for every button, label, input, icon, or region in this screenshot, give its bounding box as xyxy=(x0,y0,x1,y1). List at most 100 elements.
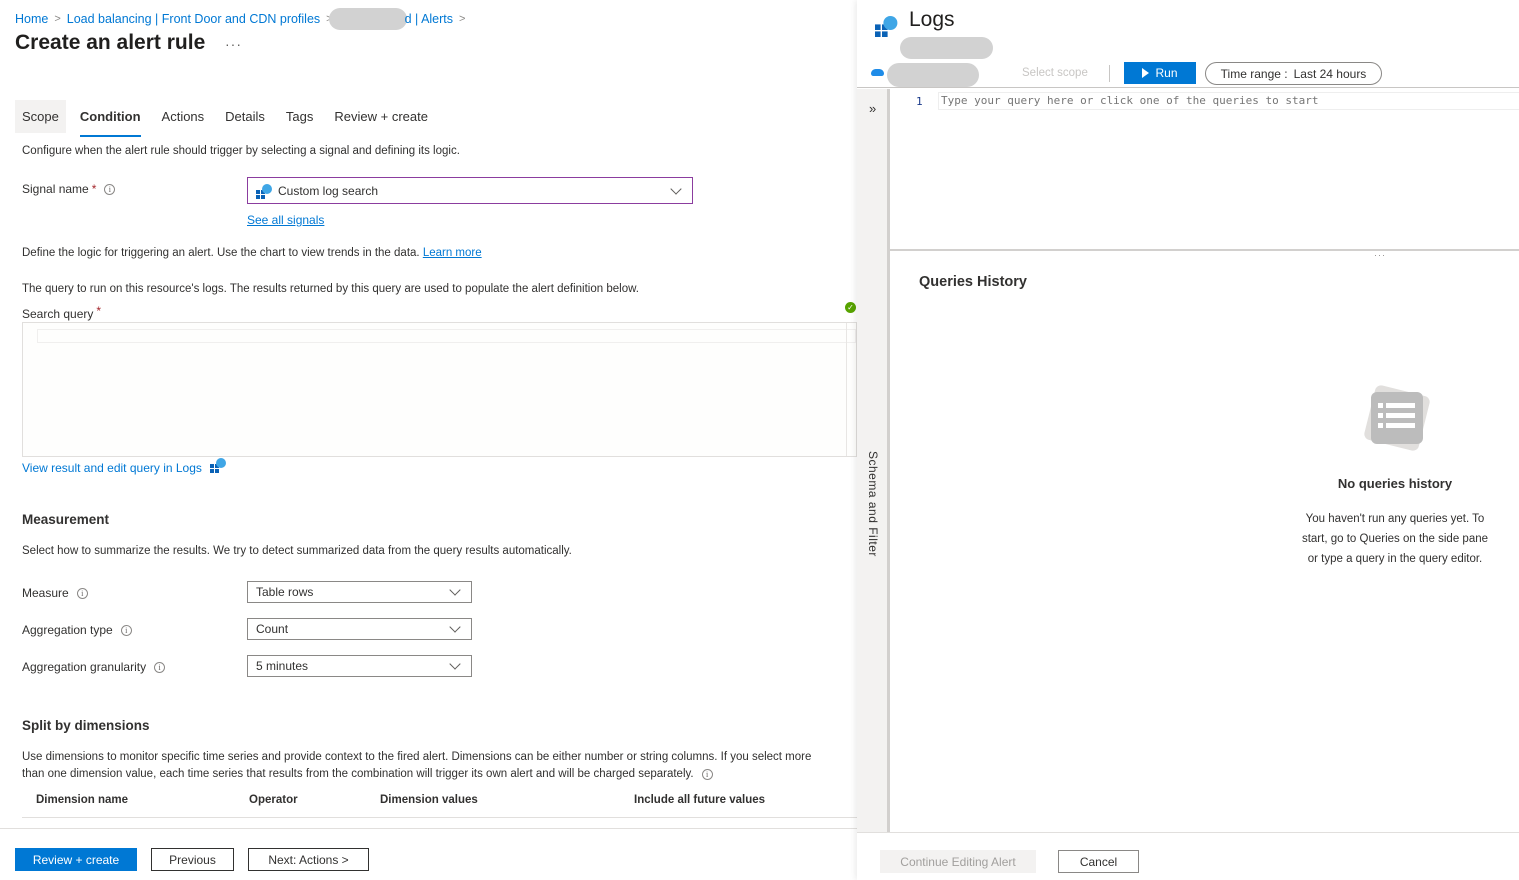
more-options-icon[interactable]: ··· xyxy=(225,36,242,52)
signal-name-dropdown[interactable]: Custom log search xyxy=(247,177,693,204)
breadcrumb-front-door[interactable]: Load balancing | Front Door and CDN prof… xyxy=(67,12,320,26)
breadcrumb-home[interactable]: Home xyxy=(15,12,48,26)
split-description-line1: Use dimensions to monitor specific time … xyxy=(22,751,812,763)
valid-checkmark-icon: ✓ xyxy=(845,302,856,313)
logs-app-icon xyxy=(875,16,898,37)
query-editor-placeholder[interactable]: Type your query here or click one of the… xyxy=(938,92,1519,110)
info-icon[interactable]: i xyxy=(104,183,116,195)
run-label: Run xyxy=(1155,66,1178,80)
dimensions-table-header: Dimension name Operator Dimension values… xyxy=(22,792,857,818)
split-description-line2-text: than one dimension value, each time seri… xyxy=(22,768,694,780)
empty-state-title: No queries history xyxy=(1337,476,1453,491)
info-icon[interactable]: i xyxy=(120,624,132,636)
measure-label: Measure i xyxy=(22,586,88,600)
line-number: 1 xyxy=(916,95,923,108)
required-marker: * xyxy=(96,304,102,318)
aggregation-granularity-label-text: Aggregation granularity xyxy=(22,660,147,674)
search-query-editor[interactable] xyxy=(22,322,857,457)
measure-dropdown[interactable]: Table rows xyxy=(247,581,472,603)
breadcrumb-alerts[interactable]: d | Alerts xyxy=(405,12,453,26)
signal-name-label: Signal name * i xyxy=(22,182,116,196)
split-dimensions-title: Split by dimensions xyxy=(22,718,150,733)
breadcrumb: Home > Load balancing | Front Door and C… xyxy=(15,8,471,30)
measure-value: Table rows xyxy=(256,585,314,599)
chevron-down-icon xyxy=(670,182,682,195)
redacted-workspace-name xyxy=(900,37,993,59)
aggregation-type-dropdown[interactable]: Count xyxy=(247,618,472,640)
search-query-line[interactable] xyxy=(37,329,856,343)
search-query-scrollbar[interactable] xyxy=(846,323,856,456)
logic-description-text: Define the logic for triggering an alert… xyxy=(22,247,420,259)
column-operator: Operator xyxy=(249,794,298,806)
column-dimension-name: Dimension name xyxy=(36,794,129,806)
view-in-logs: View result and edit query in Logs xyxy=(22,458,232,475)
previous-button[interactable]: Previous xyxy=(151,848,234,871)
select-scope-button[interactable]: Select scope xyxy=(1022,67,1088,79)
search-query-label-text: Search query xyxy=(22,307,94,321)
tab-review-create[interactable]: Review + create xyxy=(327,100,435,133)
chevron-down-icon xyxy=(449,658,461,670)
logs-footer: Continue Editing Alert Cancel xyxy=(857,832,1519,880)
logic-description: Define the logic for triggering an alert… xyxy=(22,247,482,259)
column-include-future-values: Include all future values xyxy=(634,794,766,806)
time-range-value: Last 24 hours xyxy=(1293,66,1367,81)
info-icon[interactable]: i xyxy=(701,768,713,780)
wizard-footer: Review + create Previous Next: Actions > xyxy=(0,828,857,880)
next-actions-button[interactable]: Next: Actions > xyxy=(248,848,369,871)
breadcrumb-separator-icon: > xyxy=(459,13,466,25)
cancel-button[interactable]: Cancel xyxy=(1058,850,1139,873)
view-in-logs-link[interactable]: View result and edit query in Logs xyxy=(22,461,202,475)
resize-handle-icon[interactable]: ··· xyxy=(1374,250,1386,260)
aggregation-type-label-text: Aggregation type xyxy=(22,623,113,637)
logs-title: Logs xyxy=(909,8,955,31)
condition-intro: Configure when the alert rule should tri… xyxy=(22,145,460,157)
schema-filter-rail[interactable]: » Schema and Filter xyxy=(857,89,890,832)
see-all-signals-link[interactable]: See all signals xyxy=(247,213,324,227)
redacted-scope-name xyxy=(887,63,979,87)
logs-toolbar: Select scope Run Time range : Last 24 ho… xyxy=(857,60,1519,88)
info-icon[interactable]: i xyxy=(154,661,166,673)
search-query-label: Search query * xyxy=(22,304,102,321)
aggregation-granularity-dropdown[interactable]: 5 minutes xyxy=(247,655,472,677)
measurement-description: Select how to summarize the results. We … xyxy=(22,545,572,557)
aggregation-type-label: Aggregation type i xyxy=(22,623,132,637)
page-title: Create an alert rule xyxy=(15,31,206,54)
wizard-tabs: Scope Condition Actions Details Tags Rev… xyxy=(15,100,442,137)
logs-icon[interactable] xyxy=(209,458,226,473)
expand-double-chevron-icon[interactable]: » xyxy=(869,101,876,116)
alert-rule-panel: Home > Load balancing | Front Door and C… xyxy=(0,0,857,880)
time-range-button[interactable]: Time range : Last 24 hours xyxy=(1205,62,1382,85)
aggregation-granularity-label: Aggregation granularity i xyxy=(22,660,166,674)
cloud-icon xyxy=(871,69,884,76)
chevron-down-icon xyxy=(449,584,461,596)
tab-actions[interactable]: Actions xyxy=(155,100,212,133)
play-icon xyxy=(1142,68,1150,78)
review-create-button[interactable]: Review + create xyxy=(15,848,137,871)
breadcrumb-separator-icon: > xyxy=(54,13,61,25)
list-icon xyxy=(1363,384,1431,452)
time-range-label: Time range : xyxy=(1220,66,1288,81)
query-editor[interactable]: 1 Type your query here or click one of t… xyxy=(890,89,1519,251)
empty-state-description: You haven't run any queries yet. To star… xyxy=(1301,513,1489,565)
tab-scope[interactable]: Scope xyxy=(15,100,66,133)
signal-name-value: Custom log search xyxy=(278,183,379,198)
schema-filter-label[interactable]: Schema and Filter xyxy=(866,451,880,557)
toolbar-divider xyxy=(1109,65,1110,82)
continue-editing-alert-button[interactable]: Continue Editing Alert xyxy=(880,850,1036,873)
log-search-icon xyxy=(256,183,272,199)
info-icon[interactable]: i xyxy=(76,587,88,599)
run-button[interactable]: Run xyxy=(1124,62,1196,84)
signal-name-label-text: Signal name xyxy=(22,182,89,196)
query-description: The query to run on this resource's logs… xyxy=(22,283,639,295)
tab-tags[interactable]: Tags xyxy=(279,100,320,133)
split-description-line2: than one dimension value, each time seri… xyxy=(22,768,713,780)
required-marker: * xyxy=(91,182,97,196)
logs-panel: Logs Select scope Run Time range : Last … xyxy=(857,0,1519,880)
column-dimension-values: Dimension values xyxy=(380,794,478,806)
redacted-resource-name xyxy=(328,8,407,30)
tab-condition[interactable]: Condition xyxy=(73,100,148,137)
learn-more-link[interactable]: Learn more xyxy=(423,247,482,259)
tab-details[interactable]: Details xyxy=(218,100,272,133)
chevron-down-icon xyxy=(449,621,461,633)
aggregation-type-value: Count xyxy=(256,622,289,636)
